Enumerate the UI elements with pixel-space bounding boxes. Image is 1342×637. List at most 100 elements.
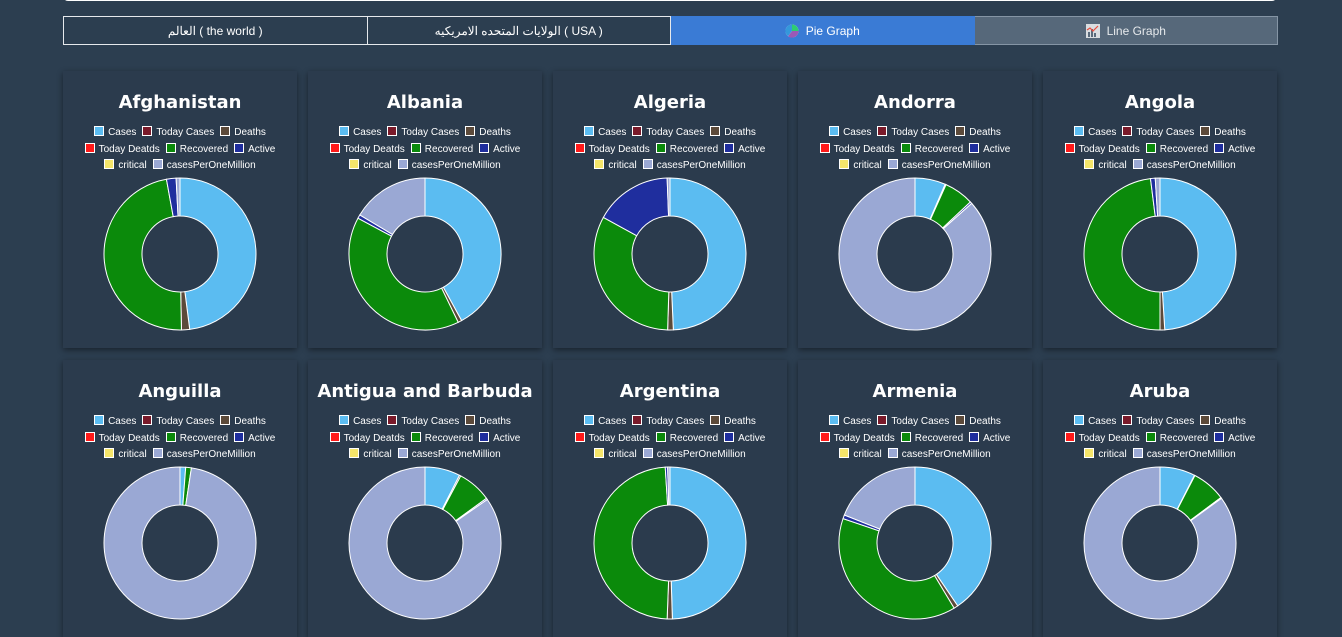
- legend-item-cases[interactable]: Cases: [1074, 414, 1116, 431]
- legend-item-today-cases[interactable]: Today Cases: [1122, 125, 1194, 142]
- legend-item-casesperonemillion[interactable]: casesPerOneMillion: [642, 158, 746, 175]
- legend-item-casesperonemillion[interactable]: casesPerOneMillion: [397, 447, 501, 464]
- legend-item-deaths[interactable]: Deaths: [220, 414, 266, 431]
- legend-item-casesperonemillion[interactable]: casesPerOneMillion: [887, 447, 991, 464]
- legend-item-casesperonemillion[interactable]: casesPerOneMillion: [642, 447, 746, 464]
- legend-item-critical[interactable]: critical: [1084, 158, 1127, 175]
- legend-item-today-cases[interactable]: Today Cases: [142, 125, 214, 142]
- legend-item-active[interactable]: Active: [724, 431, 765, 448]
- legend-swatch: [594, 448, 605, 458]
- legend-item-recovered[interactable]: Recovered: [165, 142, 228, 159]
- legend-item-deaths[interactable]: Deaths: [1200, 125, 1246, 142]
- slice-cases[interactable]: [1159, 177, 1237, 331]
- legend-item-deaths[interactable]: Deaths: [710, 125, 756, 142]
- legend-item-today-deatds[interactable]: Today Deatds: [1064, 142, 1140, 159]
- legend-item-today-deatds[interactable]: Today Deatds: [819, 431, 895, 448]
- legend-item-cases[interactable]: Cases: [1074, 125, 1116, 142]
- legend-item-recovered[interactable]: Recovered: [1145, 431, 1208, 448]
- legend-item-recovered[interactable]: Recovered: [165, 431, 228, 448]
- legend-item-recovered[interactable]: Recovered: [900, 142, 963, 159]
- tab-line-graph[interactable]: Line Graph: [974, 16, 1278, 45]
- legend-item-active[interactable]: Active: [234, 142, 275, 159]
- legend-item-deaths[interactable]: Deaths: [955, 414, 1001, 431]
- chart-legend: Cases Today Cases Deaths Today Deatds Recove…: [316, 414, 534, 464]
- legend-item-today-deatds[interactable]: Today Deatds: [84, 142, 160, 159]
- legend-item-casesperonemillion[interactable]: casesPerOneMillion: [152, 158, 256, 175]
- legend-item-today-deatds[interactable]: Today Deatds: [329, 142, 405, 159]
- legend-item-deaths[interactable]: Deaths: [465, 125, 511, 142]
- legend-item-recovered[interactable]: Recovered: [655, 142, 718, 159]
- legend-item-active[interactable]: Active: [969, 431, 1010, 448]
- legend-item-deaths[interactable]: Deaths: [1200, 414, 1246, 431]
- legend-item-today-cases[interactable]: Today Cases: [877, 125, 949, 142]
- legend-item-cases[interactable]: Cases: [829, 125, 871, 142]
- legend-item-today-deatds[interactable]: Today Deatds: [574, 142, 650, 159]
- legend-item-active[interactable]: Active: [969, 142, 1010, 159]
- search-bar[interactable]: [63, 0, 1277, 1]
- legend-item-today-cases[interactable]: Today Cases: [632, 125, 704, 142]
- legend-item-casesperonemillion[interactable]: casesPerOneMillion: [152, 447, 256, 464]
- legend-item-cases[interactable]: Cases: [339, 414, 381, 431]
- slice-recovered[interactable]: [348, 217, 459, 331]
- legend-item-deaths[interactable]: Deaths: [220, 125, 266, 142]
- legend-item-critical[interactable]: critical: [349, 447, 392, 464]
- tab-pie-graph[interactable]: Pie Graph: [671, 16, 975, 45]
- legend-item-cases[interactable]: Cases: [339, 125, 381, 142]
- legend-item-active[interactable]: Active: [724, 142, 765, 159]
- legend-item-critical[interactable]: critical: [349, 158, 392, 175]
- legend-item-casesperonemillion[interactable]: casesPerOneMillion: [1132, 447, 1236, 464]
- legend-item-recovered[interactable]: Recovered: [1145, 142, 1208, 159]
- slice-casesperonemillion[interactable]: [843, 466, 916, 530]
- legend-item-cases[interactable]: Cases: [829, 414, 871, 431]
- slice-recovered[interactable]: [593, 216, 670, 331]
- legend-item-casesperonemillion[interactable]: casesPerOneMillion: [887, 158, 991, 175]
- slice-cases[interactable]: [179, 177, 257, 330]
- legend-item-critical[interactable]: critical: [594, 447, 637, 464]
- slice-cases[interactable]: [669, 177, 747, 331]
- legend-item-recovered[interactable]: Recovered: [655, 431, 718, 448]
- tab-usa[interactable]: الولايات المتحده الامريكيه ( USA ): [367, 16, 671, 45]
- legend-item-deaths[interactable]: Deaths: [710, 414, 756, 431]
- legend-item-recovered[interactable]: Recovered: [410, 431, 473, 448]
- legend-item-today-cases[interactable]: Today Cases: [387, 414, 459, 431]
- legend-item-today-cases[interactable]: Today Cases: [632, 414, 704, 431]
- legend-item-today-deatds[interactable]: Today Deatds: [84, 431, 160, 448]
- legend-item-cases[interactable]: Cases: [94, 414, 136, 431]
- legend-item-active[interactable]: Active: [1214, 431, 1255, 448]
- slice-recovered[interactable]: [1083, 178, 1161, 331]
- legend-item-today-cases[interactable]: Today Cases: [1122, 414, 1194, 431]
- slice-recovered[interactable]: [593, 466, 670, 620]
- legend-item-casesperonemillion[interactable]: casesPerOneMillion: [397, 158, 501, 175]
- legend-item-active[interactable]: Active: [479, 142, 520, 159]
- legend-item-today-deatds[interactable]: Today Deatds: [1064, 431, 1140, 448]
- legend-item-cases[interactable]: Cases: [94, 125, 136, 142]
- legend-item-critical[interactable]: critical: [839, 158, 882, 175]
- tab-world[interactable]: العالم ( the world ): [63, 16, 368, 45]
- legend-item-active[interactable]: Active: [234, 431, 275, 448]
- legend-item-today-deatds[interactable]: Today Deatds: [574, 431, 650, 448]
- legend-item-deaths[interactable]: Deaths: [465, 414, 511, 431]
- slice-cases[interactable]: [669, 466, 747, 620]
- legend-item-cases[interactable]: Cases: [584, 125, 626, 142]
- legend-item-today-cases[interactable]: Today Cases: [877, 414, 949, 431]
- slice-casesperonemillion[interactable]: [103, 466, 257, 620]
- legend-item-critical[interactable]: critical: [104, 158, 147, 175]
- slice-recovered[interactable]: [838, 517, 955, 620]
- legend-item-critical[interactable]: critical: [104, 447, 147, 464]
- legend-item-today-deatds[interactable]: Today Deatds: [819, 142, 895, 159]
- legend-item-cases[interactable]: Cases: [584, 414, 626, 431]
- slice-recovered[interactable]: [103, 178, 182, 331]
- legend-item-critical[interactable]: critical: [1084, 447, 1127, 464]
- legend-item-critical[interactable]: critical: [839, 447, 882, 464]
- legend-item-recovered[interactable]: Recovered: [900, 431, 963, 448]
- legend-item-today-cases[interactable]: Today Cases: [387, 125, 459, 142]
- legend-item-today-cases[interactable]: Today Cases: [142, 414, 214, 431]
- legend-swatch: [339, 415, 350, 425]
- legend-item-critical[interactable]: critical: [594, 158, 637, 175]
- legend-item-casesperonemillion[interactable]: casesPerOneMillion: [1132, 158, 1236, 175]
- legend-item-active[interactable]: Active: [479, 431, 520, 448]
- legend-item-recovered[interactable]: Recovered: [410, 142, 473, 159]
- legend-item-active[interactable]: Active: [1214, 142, 1255, 159]
- legend-item-deaths[interactable]: Deaths: [955, 125, 1001, 142]
- legend-item-today-deatds[interactable]: Today Deatds: [329, 431, 405, 448]
